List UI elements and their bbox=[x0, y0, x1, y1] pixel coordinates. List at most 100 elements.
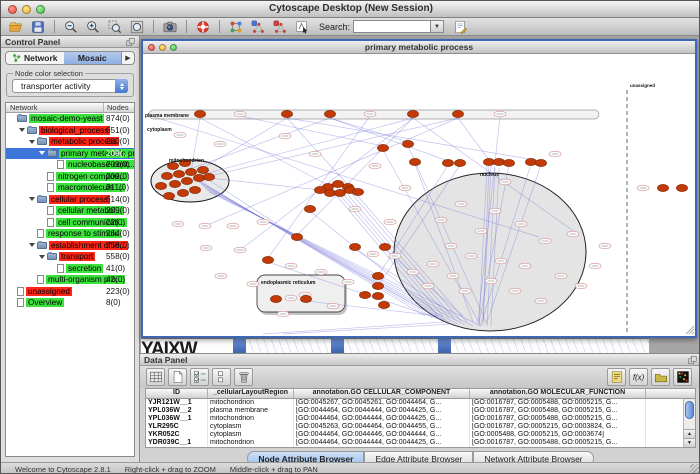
help-icon[interactable] bbox=[193, 19, 213, 35]
edit-network-red-icon[interactable] bbox=[270, 19, 290, 35]
graph-node[interactable] bbox=[503, 159, 514, 166]
tree-row[interactable]: secretion41(0) bbox=[6, 263, 134, 275]
tree-row[interactable]: unassigned223(0) bbox=[6, 286, 134, 298]
background-window-fragment[interactable] bbox=[246, 338, 331, 353]
search-input[interactable] bbox=[353, 20, 431, 33]
background-window-edge[interactable] bbox=[438, 338, 451, 353]
graph-node[interactable] bbox=[177, 189, 188, 196]
new-attribute-icon[interactable] bbox=[168, 368, 187, 386]
tree-row[interactable]: establishment of lo...558(0) bbox=[6, 240, 134, 252]
graph-node[interactable] bbox=[155, 182, 166, 189]
scrollbar-thumb[interactable] bbox=[685, 401, 694, 419]
table-row[interactable]: YPL036W__1mitochondrion[GO:0044464, GO:0… bbox=[146, 415, 695, 423]
graph-node[interactable] bbox=[352, 188, 363, 195]
import-attributes-icon[interactable] bbox=[651, 368, 670, 386]
tree-row[interactable]: cellular metabol...209(0) bbox=[6, 205, 134, 217]
layout-settings-icon[interactable] bbox=[226, 19, 246, 35]
background-window-fragment[interactable]: YAIXW bbox=[141, 338, 233, 353]
zoom-fit-icon[interactable] bbox=[127, 19, 147, 35]
search-dropdown-button[interactable]: ▼ bbox=[431, 20, 444, 33]
window-titlebar[interactable]: Cytoscape Desktop (New Session) bbox=[1, 1, 700, 18]
tab-network[interactable]: Network bbox=[6, 52, 64, 64]
graph-node[interactable] bbox=[163, 192, 174, 199]
unselect-attributes-icon[interactable] bbox=[212, 368, 231, 386]
tree-row[interactable]: cellular process614(0) bbox=[6, 194, 134, 206]
tree-row[interactable]: mosaic-demo-yeast874(0) bbox=[6, 113, 134, 125]
graph-node[interactable] bbox=[409, 158, 420, 165]
network-graph[interactable]: plasma membranecytoplasmmitochondrionnuc… bbox=[143, 54, 695, 336]
graph-node[interactable] bbox=[535, 159, 546, 166]
delete-attribute-icon[interactable] bbox=[234, 368, 253, 386]
tree-row[interactable]: response to stimulu264(0) bbox=[6, 228, 134, 240]
table-row[interactable]: YKR052Ccytoplasm[GO:0044464, GO:0044446,… bbox=[146, 431, 695, 439]
table-grid-icon[interactable] bbox=[146, 368, 165, 386]
tree-row[interactable]: macromolecule ...311(0) bbox=[6, 182, 134, 194]
snapshot-icon[interactable] bbox=[160, 19, 180, 35]
graph-node[interactable] bbox=[185, 168, 196, 175]
table-scrollbar[interactable]: ▲ ▼ bbox=[683, 399, 695, 447]
graph-node[interactable] bbox=[270, 295, 281, 302]
graph-node[interactable] bbox=[193, 174, 204, 181]
attribute-form-icon[interactable] bbox=[607, 368, 626, 386]
zoom-out-icon[interactable] bbox=[61, 19, 81, 35]
graph-node[interactable] bbox=[262, 256, 273, 263]
table-row[interactable]: YJR121W__1mitochondrion[GO:0045267, GO:0… bbox=[146, 399, 695, 407]
graph-node[interactable] bbox=[203, 173, 214, 180]
tree-row[interactable]: primary metabolic process209(... bbox=[6, 148, 134, 160]
graph-node[interactable] bbox=[194, 110, 205, 117]
tree-row[interactable]: multi-organism pro...42(0) bbox=[6, 274, 134, 286]
graph-node[interactable] bbox=[349, 243, 360, 250]
graph-node[interactable] bbox=[181, 177, 192, 184]
graph-node[interactable] bbox=[161, 172, 172, 179]
graph-node[interactable] bbox=[281, 110, 292, 117]
graph-node[interactable] bbox=[372, 272, 383, 279]
graph-node[interactable] bbox=[452, 110, 463, 117]
background-window-edge[interactable] bbox=[233, 338, 246, 353]
table-column-header[interactable]: annotation.GO CELLULAR_COMPONENT bbox=[294, 389, 470, 398]
graph-node[interactable] bbox=[291, 233, 302, 240]
graph-node[interactable] bbox=[372, 282, 383, 289]
graph-node[interactable] bbox=[332, 180, 343, 187]
expand-arrow-icon[interactable] bbox=[29, 243, 35, 247]
tree-row[interactable]: nucleobase-cont...209(0) bbox=[6, 159, 134, 171]
graph-node[interactable] bbox=[314, 186, 325, 193]
table-column-header[interactable]: ID bbox=[146, 389, 208, 398]
tree-row[interactable]: nitrogen compou...209(0) bbox=[6, 171, 134, 183]
graph-node[interactable] bbox=[173, 170, 184, 177]
scroll-up-icon[interactable]: ▲ bbox=[684, 429, 695, 438]
graph-node[interactable] bbox=[169, 180, 180, 187]
network-view-titlebar[interactable]: primary metabolic process bbox=[143, 41, 695, 54]
graph-node[interactable] bbox=[359, 291, 370, 298]
graph-node[interactable] bbox=[197, 166, 208, 173]
table-column-header[interactable]: _cellularLayoutRegion bbox=[208, 389, 294, 398]
tabs-overflow-button[interactable]: ▶ bbox=[121, 52, 134, 64]
tab-mosaic[interactable]: Mosaic bbox=[64, 52, 122, 64]
graph-node[interactable] bbox=[402, 140, 413, 147]
expand-arrow-icon[interactable] bbox=[39, 255, 45, 259]
graph-node[interactable] bbox=[300, 295, 311, 302]
graph-node[interactable] bbox=[377, 144, 388, 151]
graph-node[interactable] bbox=[189, 186, 200, 193]
background-window-edge[interactable] bbox=[331, 338, 344, 353]
graph-node[interactable] bbox=[442, 159, 453, 166]
graph-node[interactable] bbox=[379, 243, 390, 250]
graph-node[interactable] bbox=[657, 184, 668, 191]
expand-arrow-icon[interactable] bbox=[29, 197, 35, 201]
graph-node[interactable] bbox=[676, 184, 687, 191]
heatmap-icon[interactable] bbox=[673, 368, 692, 386]
graph-node[interactable] bbox=[324, 110, 335, 117]
graph-node[interactable] bbox=[483, 158, 494, 165]
network-canvas[interactable]: plasma membranecytoplasmmitochondrionnuc… bbox=[143, 54, 695, 336]
expand-arrow-icon[interactable] bbox=[39, 151, 45, 155]
graph-node[interactable] bbox=[493, 158, 504, 165]
zoom-selected-icon[interactable] bbox=[105, 19, 125, 35]
graph-node[interactable] bbox=[454, 159, 465, 166]
tree-row[interactable]: metabolic process280(0) bbox=[6, 136, 134, 148]
tree-row[interactable]: Overview8(0) bbox=[6, 297, 134, 309]
graph-node[interactable] bbox=[378, 301, 389, 308]
edit-network-blue-icon[interactable] bbox=[248, 19, 268, 35]
zoom-in-icon[interactable] bbox=[83, 19, 103, 35]
float-panel-icon[interactable] bbox=[125, 37, 136, 47]
float-panel-icon[interactable] bbox=[687, 355, 698, 365]
node-color-combobox[interactable]: transporter activity bbox=[12, 79, 128, 93]
